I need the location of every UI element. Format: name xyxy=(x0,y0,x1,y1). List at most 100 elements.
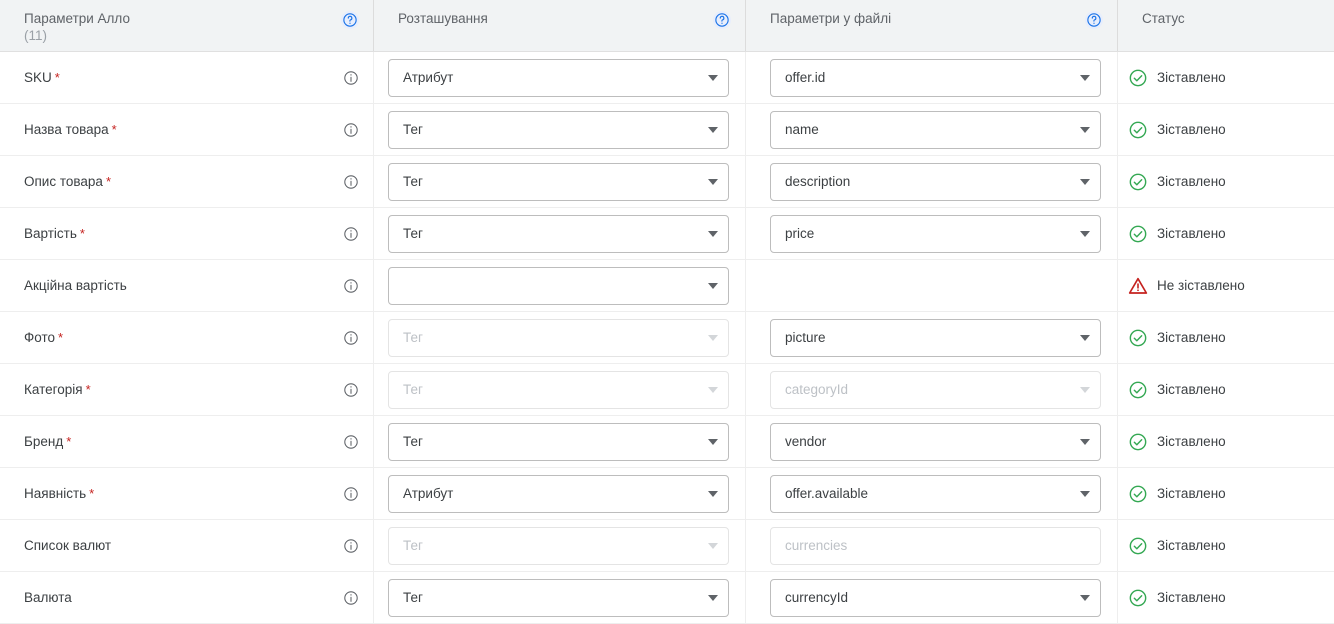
chevron-down-icon xyxy=(708,334,718,341)
cell-file-param: currencies xyxy=(746,520,1118,571)
chevron-down-icon xyxy=(708,178,718,185)
help-icon[interactable] xyxy=(713,11,731,29)
cell-location: Атрибут xyxy=(374,468,746,519)
file-param-select-value: description xyxy=(785,174,851,189)
file-param-select: currencies xyxy=(770,526,1101,565)
chevron-down-icon xyxy=(708,438,718,445)
info-icon[interactable] xyxy=(343,278,359,294)
location-select[interactable]: Тег xyxy=(388,578,729,617)
file-param-select[interactable]: currencyId xyxy=(770,578,1101,617)
required-asterisk: * xyxy=(66,434,72,449)
location-select-value: Тег xyxy=(403,174,423,189)
file-param-select: categoryId xyxy=(770,370,1101,409)
info-icon[interactable] xyxy=(343,122,359,138)
check-circle-icon xyxy=(1128,224,1148,244)
status-badge: Зіставлено xyxy=(1128,484,1226,504)
info-icon[interactable] xyxy=(343,226,359,242)
location-select[interactable]: Атрибут xyxy=(388,58,729,97)
chevron-down-icon xyxy=(708,594,718,601)
info-icon[interactable] xyxy=(343,382,359,398)
param-label: Акційна вартість xyxy=(24,278,127,293)
cell-file-param xyxy=(746,260,1118,311)
help-icon[interactable] xyxy=(341,11,359,29)
help-icon[interactable] xyxy=(1085,11,1103,29)
param-label: Опис товара * xyxy=(24,174,111,189)
location-select[interactable]: Атрибут xyxy=(388,474,729,513)
cell-param-name: Акційна вартість xyxy=(0,260,374,311)
info-icon[interactable] xyxy=(343,590,359,606)
location-select-value: Тег xyxy=(403,382,423,397)
file-param-select[interactable]: offer.id xyxy=(770,58,1101,97)
check-circle-icon xyxy=(1128,588,1148,608)
param-label: Назва товара * xyxy=(24,122,117,137)
file-param-select[interactable]: vendor xyxy=(770,422,1101,461)
status-label: Зіставлено xyxy=(1157,434,1226,449)
chevron-down-icon xyxy=(1080,334,1090,341)
chevron-down-icon xyxy=(1080,230,1090,237)
info-icon[interactable] xyxy=(343,70,359,86)
location-select[interactable]: Тег xyxy=(388,422,729,461)
file-param-select[interactable]: picture xyxy=(770,318,1101,357)
info-icon[interactable] xyxy=(343,174,359,190)
file-param-select[interactable]: price xyxy=(770,214,1101,253)
info-icon[interactable] xyxy=(343,434,359,450)
cell-status: Зіставлено xyxy=(1118,572,1334,623)
chevron-down-icon xyxy=(708,282,718,289)
cell-param-name: Назва товара * xyxy=(0,104,374,155)
status-label: Зіставлено xyxy=(1157,226,1226,241)
cell-location: Тег xyxy=(374,104,746,155)
mapping-table: Параметри Алло (11) Розташування Параметри … xyxy=(0,0,1334,624)
file-param-select[interactable]: description xyxy=(770,162,1101,201)
status-label: Зіставлено xyxy=(1157,122,1226,137)
location-select: Тег xyxy=(388,318,729,357)
check-circle-icon xyxy=(1128,484,1148,504)
location-select[interactable] xyxy=(388,266,729,305)
cell-file-param: currencyId xyxy=(746,572,1118,623)
check-circle-icon xyxy=(1128,172,1148,192)
status-badge: Зіставлено xyxy=(1128,224,1226,244)
status-badge: Зіставлено xyxy=(1128,588,1226,608)
info-icon[interactable] xyxy=(343,538,359,554)
cell-file-param: offer.id xyxy=(746,52,1118,103)
status-label: Не зіставлено xyxy=(1157,278,1245,293)
required-asterisk: * xyxy=(79,226,85,241)
header-cell-allo-params: Параметри Алло (11) xyxy=(0,0,374,51)
chevron-down-icon xyxy=(708,126,718,133)
status-label: Зіставлено xyxy=(1157,538,1226,553)
cell-param-name: SKU * xyxy=(0,52,374,103)
cell-status: Зіставлено xyxy=(1118,468,1334,519)
location-select[interactable]: Тег xyxy=(388,162,729,201)
file-param-select-value: price xyxy=(785,226,815,241)
warning-triangle-icon xyxy=(1128,276,1148,296)
file-param-select[interactable]: name xyxy=(770,110,1101,149)
check-circle-icon xyxy=(1128,380,1148,400)
location-select-value: Атрибут xyxy=(403,486,454,501)
check-circle-icon xyxy=(1128,328,1148,348)
info-icon[interactable] xyxy=(343,330,359,346)
header-title: Розташування xyxy=(398,11,488,26)
table-row: Наявність * Атрибут offer.available Зіставле… xyxy=(0,468,1334,520)
param-label: Список валют xyxy=(24,538,112,553)
param-label: Наявність * xyxy=(24,486,95,501)
cell-file-param: picture xyxy=(746,312,1118,363)
status-label: Зіставлено xyxy=(1157,486,1226,501)
header-title: Параметри Алло (11) xyxy=(24,11,341,44)
chevron-down-icon xyxy=(1080,74,1090,81)
param-label: SKU * xyxy=(24,70,60,85)
status-label: Зіставлено xyxy=(1157,590,1226,605)
status-badge: Зіставлено xyxy=(1128,120,1226,140)
header-count: (11) xyxy=(24,28,48,43)
table-row: Бренд * Тег vendor Зіставлено xyxy=(0,416,1334,468)
required-asterisk: * xyxy=(111,122,117,137)
location-select[interactable]: Тег xyxy=(388,214,729,253)
check-circle-icon xyxy=(1128,536,1148,556)
header-title: Параметри у файлі xyxy=(770,11,892,26)
file-param-select[interactable]: offer.available xyxy=(770,474,1101,513)
info-icon[interactable] xyxy=(343,486,359,502)
status-label: Зіставлено xyxy=(1157,382,1226,397)
file-param-select-value: vendor xyxy=(785,434,827,449)
table-row: Категорія * Тег categoryId Зіставлено xyxy=(0,364,1334,416)
location-select[interactable]: Тег xyxy=(388,110,729,149)
table-row: Список валют Тег currencies Зіставлено xyxy=(0,520,1334,572)
required-asterisk: * xyxy=(89,486,95,501)
